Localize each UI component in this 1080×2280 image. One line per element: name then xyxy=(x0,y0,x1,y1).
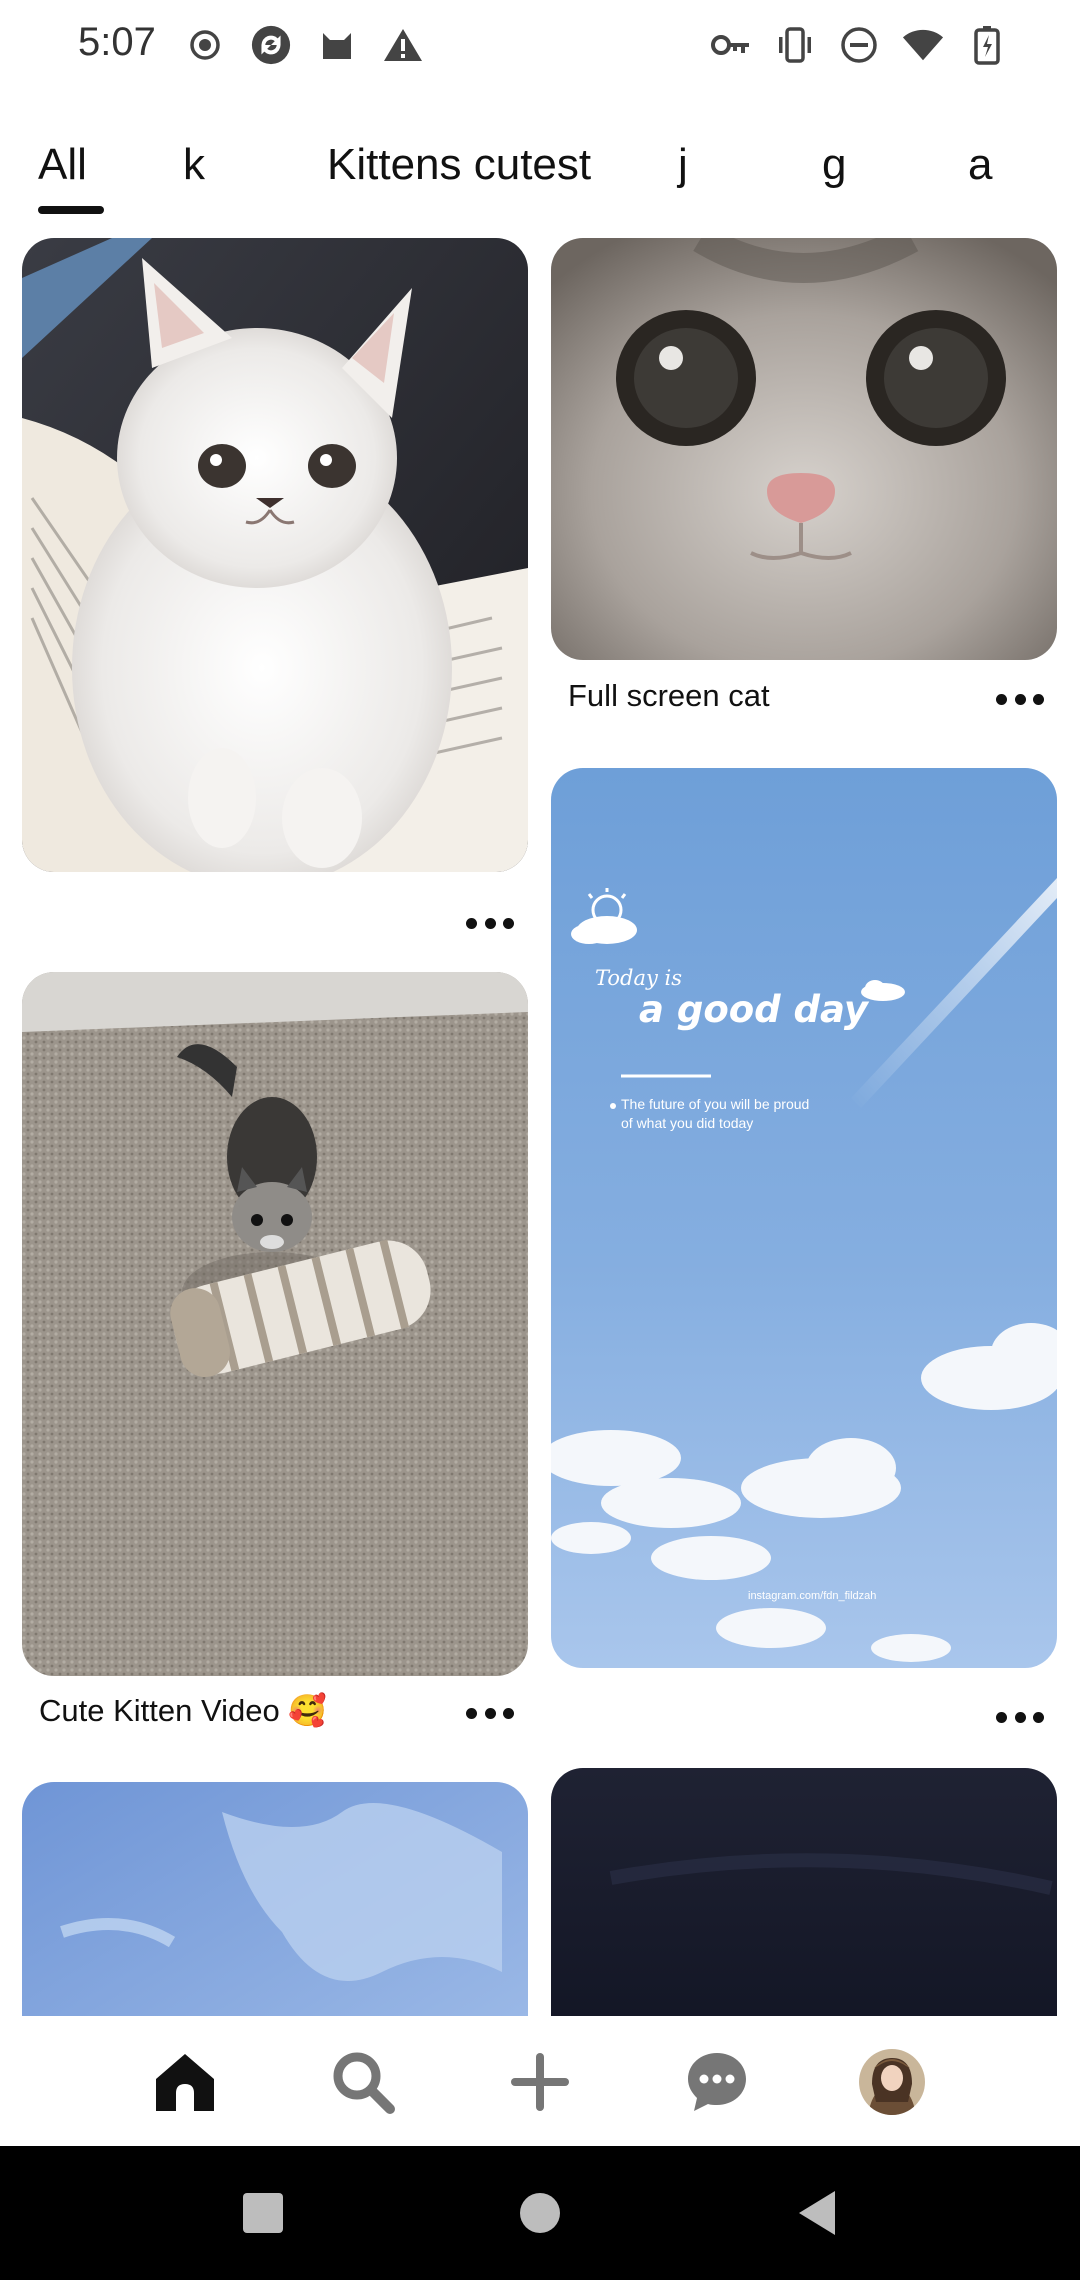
pin-3-more-button[interactable] xyxy=(993,1702,1047,1732)
bottom-navigation xyxy=(0,2016,1080,2146)
board-tabs: All k Kittens cutest j g a xyxy=(0,140,1080,220)
system-navigation-bar xyxy=(0,2146,1080,2280)
pin-2-title[interactable]: Full screen cat xyxy=(568,678,770,714)
back-button[interactable] xyxy=(790,2186,844,2240)
avatar xyxy=(859,2049,925,2115)
status-bar: 5:07 xyxy=(0,0,1080,90)
wifi-icon xyxy=(902,24,944,66)
pin-2-more-button[interactable] xyxy=(993,684,1047,714)
square-icon xyxy=(243,2193,283,2233)
vpn-key-icon xyxy=(710,24,752,66)
dark-navy-photo xyxy=(551,1768,1057,2016)
tab-kittens-cutest[interactable]: Kittens cutest xyxy=(327,140,591,190)
good-day-small-heading: Today is xyxy=(595,966,683,990)
tab-a[interactable]: a xyxy=(968,140,992,190)
back-triangle-icon xyxy=(799,2191,835,2235)
pin-4-title[interactable]: Cute Kitten Video 🥰 xyxy=(39,1692,327,1729)
battery-charging-icon xyxy=(966,24,1008,66)
warning-icon xyxy=(382,24,424,66)
cat-notification-icon xyxy=(316,24,358,66)
good-day-quote-line-2: of what you did today xyxy=(621,1115,754,1131)
chat-bubble-icon xyxy=(688,2053,746,2111)
pin-image-dark-navy[interactable] xyxy=(551,1768,1057,2016)
sync-icon xyxy=(250,24,292,66)
good-day-quote-line-1: The future of you will be proud xyxy=(621,1096,810,1112)
pin-image-full-screen-cat[interactable] xyxy=(551,238,1057,660)
nav-home[interactable] xyxy=(149,2046,221,2118)
nav-messages[interactable] xyxy=(681,2046,753,2118)
nav-profile[interactable] xyxy=(856,2046,928,2118)
good-day-credit: instagram.com/fdn_fildzah xyxy=(748,1590,877,1602)
cat-face-photo xyxy=(551,238,1057,660)
pin-1-more-button[interactable] xyxy=(463,908,517,938)
nav-create[interactable] xyxy=(504,2046,576,2118)
status-left-icons xyxy=(184,22,424,68)
tab-k[interactable]: k xyxy=(183,140,205,190)
circle-icon xyxy=(520,2193,560,2233)
sky-background xyxy=(551,768,1057,1668)
white-kitten-photo xyxy=(22,238,528,872)
recents-button[interactable] xyxy=(236,2186,290,2240)
record-icon xyxy=(184,24,226,66)
pin-4-more-button[interactable] xyxy=(463,1698,517,1728)
tab-g[interactable]: g xyxy=(822,140,846,190)
pin-image-blue-watercolor[interactable] xyxy=(22,1782,528,2016)
pin-image-cute-kitten-video[interactable] xyxy=(22,972,528,1676)
active-tab-indicator xyxy=(38,206,104,214)
good-day-big-heading: a good day xyxy=(639,988,868,1031)
nav-search[interactable] xyxy=(327,2046,399,2118)
do-not-disturb-icon xyxy=(838,24,880,66)
status-right-icons xyxy=(710,22,1008,68)
home-icon xyxy=(156,2054,214,2111)
plus-icon xyxy=(511,2053,569,2111)
pin-feed[interactable]: Full screen cat Today is a good day The … xyxy=(0,230,1080,2016)
status-time: 5:07 xyxy=(78,20,156,64)
search-icon xyxy=(333,2052,395,2114)
home-system-button[interactable] xyxy=(513,2186,567,2240)
kitten-on-carpet-photo xyxy=(22,972,528,1676)
pin-image-white-kitten[interactable] xyxy=(22,238,528,872)
tab-j[interactable]: j xyxy=(678,140,688,190)
pin-image-good-day-wallpaper[interactable]: Today is a good day The future of you wi… xyxy=(551,768,1057,1668)
vibrate-icon xyxy=(774,24,816,66)
blue-watercolor-photo xyxy=(22,1782,528,2016)
tab-all[interactable]: All xyxy=(38,140,87,190)
